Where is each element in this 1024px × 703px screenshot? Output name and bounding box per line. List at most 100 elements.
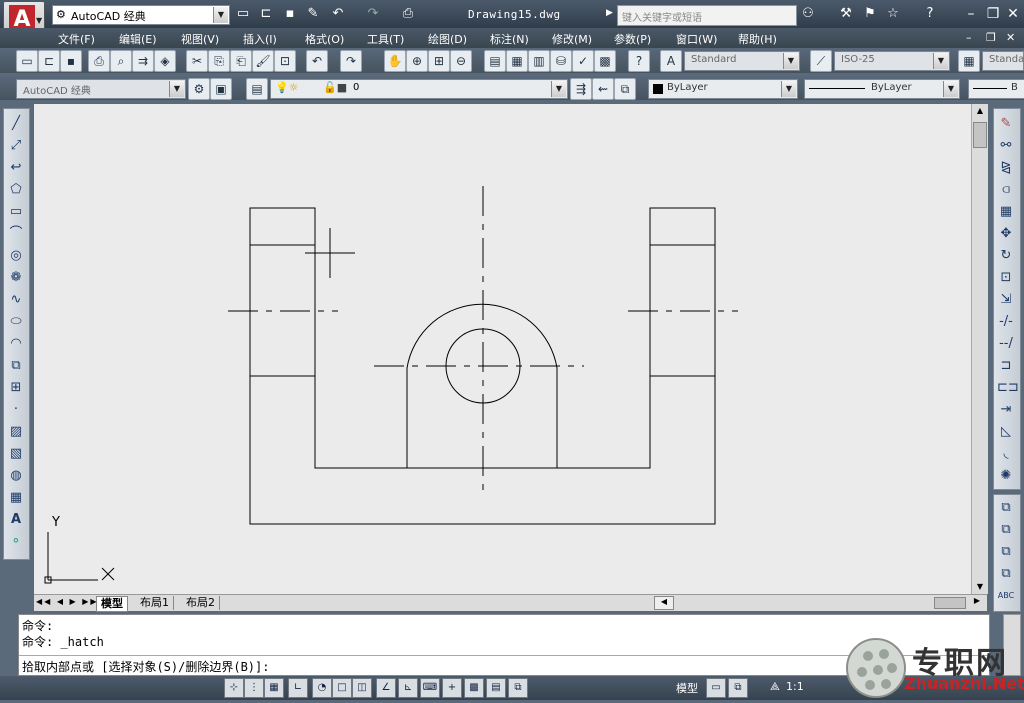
vertical-scroll-thumb[interactable] — [973, 122, 987, 148]
zoom-window-icon[interactable]: ⊞ — [428, 50, 450, 72]
undo-icon[interactable]: ↶ — [330, 6, 346, 22]
lineweight-select[interactable]: B — [968, 79, 1024, 99]
text-to-front-icon[interactable]: ABC — [997, 587, 1015, 605]
add-selected-icon[interactable]: ⚬ — [7, 533, 25, 551]
polar-tracking-icon[interactable]: ◔ — [312, 678, 332, 698]
workspace-select[interactable]: ⚙ AutoCAD 经典 ▼ — [52, 5, 230, 25]
menu-view[interactable]: 视图(V) — [181, 31, 219, 47]
chamfer-icon[interactable]: ◺ — [997, 423, 1015, 441]
rotate-icon[interactable]: ↻ — [997, 247, 1015, 265]
menu-parametric[interactable]: 参数(P) — [614, 31, 651, 47]
arc-icon[interactable]: ⌒ — [7, 225, 25, 243]
table-style-select[interactable]: Standa — [982, 51, 1024, 71]
zoom-realtime-icon[interactable]: ⊕ — [406, 50, 428, 72]
dim-style-select[interactable]: ISO-25 ▼ — [834, 51, 950, 71]
chevron-down-icon[interactable]: ▼ — [781, 81, 796, 97]
construction-line-icon[interactable]: ⤢ — [7, 137, 25, 155]
linetype-select[interactable]: ByLayer ▼ — [804, 79, 960, 99]
chevron-down-icon[interactable]: ▼ — [943, 81, 958, 97]
redo-icon[interactable]: ↷ — [365, 6, 381, 22]
save-icon[interactable]: ▪ — [282, 6, 298, 22]
menu-insert[interactable]: 插入(I) — [243, 31, 277, 47]
close-button[interactable]: ✕ — [1002, 4, 1024, 24]
pan-icon[interactable]: ✋ — [384, 50, 406, 72]
save-icon[interactable]: ▪ — [60, 50, 82, 72]
send-to-back-icon[interactable]: ⧉ — [997, 521, 1015, 539]
explode-icon[interactable]: ✺ — [997, 467, 1015, 485]
layer-previous-icon[interactable]: ⇜ — [592, 78, 614, 100]
point-icon[interactable]: · — [7, 401, 25, 419]
save-as-icon[interactable]: ✎ — [305, 6, 321, 22]
menu-dimension[interactable]: 标注(N) — [490, 31, 529, 47]
scale-icon[interactable]: ⊡ — [997, 269, 1015, 287]
help-icon[interactable]: ? — [922, 6, 938, 22]
chevron-down-icon[interactable]: ▼ — [933, 53, 948, 69]
table-style-icon[interactable]: ▦ — [958, 50, 980, 72]
plot-icon[interactable]: ⎙ — [400, 6, 416, 22]
object-snap-tracking-icon[interactable]: ∠ — [376, 678, 396, 698]
communication-icon[interactable]: ⚑ — [862, 6, 878, 22]
binoculars-icon[interactable]: ⚇ — [800, 6, 816, 22]
break-at-point-icon[interactable]: ⊐ — [997, 357, 1015, 375]
layer-select[interactable]: 💡☼ 🔓■ 0 ▼ — [270, 79, 568, 99]
tab-layout2[interactable]: 布局2 — [182, 596, 220, 610]
text-style-select[interactable]: Standard ▼ — [684, 51, 800, 71]
annotation-scale[interactable]: 1:1 — [786, 680, 804, 693]
quick-view-drawings-icon[interactable]: ⧉ — [728, 678, 748, 698]
subscription-icon[interactable]: ⚒ — [838, 6, 854, 22]
make-current-icon[interactable]: ⇶ — [570, 78, 592, 100]
fillet-icon[interactable]: ◟ — [997, 445, 1015, 463]
menu-help[interactable]: 帮助(H) — [738, 31, 777, 47]
3d-dwf-icon[interactable]: ◈ — [154, 50, 176, 72]
hscroll-left-icon[interactable]: ◀ — [654, 596, 674, 610]
allow-ucs-icon[interactable]: ⊾ — [398, 678, 418, 698]
command-prompt[interactable]: 拾取内部点或 [选择对象(S)/删除边界(B)]: — [22, 658, 269, 675]
plot-preview-icon[interactable]: ⌕ — [110, 50, 132, 72]
stretch-icon[interactable]: ⇲ — [997, 291, 1015, 309]
snap-mode-icon[interactable]: ⋮ — [244, 678, 264, 698]
extend-icon[interactable]: --/ — [997, 335, 1015, 353]
grid-display-icon[interactable]: ▦ — [264, 678, 284, 698]
tab-layout1[interactable]: 布局1 — [136, 596, 174, 610]
menu-file[interactable]: 文件(F) — [58, 31, 95, 47]
minimize-button[interactable]: – — [960, 4, 982, 24]
open-icon[interactable]: ⊏ — [38, 50, 60, 72]
polyline-icon[interactable]: ↩ — [7, 159, 25, 177]
zoom-previous-icon[interactable]: ⊖ — [450, 50, 472, 72]
hatch-icon[interactable]: ▨ — [7, 423, 25, 441]
sheet-set-icon[interactable]: ⛁ — [550, 50, 572, 72]
bring-to-front-icon[interactable]: ⧉ — [997, 499, 1015, 517]
chevron-down-icon[interactable]: ▼ — [213, 7, 228, 23]
hscroll-right-icon[interactable]: ▶ — [970, 596, 984, 608]
chevron-down-icon[interactable]: ▼ — [551, 81, 566, 97]
model-space-label[interactable]: 模型 — [676, 680, 698, 696]
search-input[interactable]: 键入关键字或短语 — [617, 5, 797, 26]
chevron-down-icon[interactable]: ▼ — [783, 53, 798, 69]
circle-icon[interactable]: ◎ — [7, 247, 25, 265]
plot-icon[interactable]: ⎙ — [88, 50, 110, 72]
menu-window[interactable]: 窗口(W) — [676, 31, 717, 47]
doc-close-button[interactable]: ✕ — [1006, 31, 1015, 44]
revision-cloud-icon[interactable]: ❁ — [7, 269, 25, 287]
scroll-down-icon[interactable]: ▼ — [972, 580, 988, 594]
offset-icon[interactable]: ⫏ — [997, 181, 1015, 199]
markup-icon[interactable]: ✓ — [572, 50, 594, 72]
transparency-icon[interactable]: ▩ — [464, 678, 484, 698]
3d-object-snap-icon[interactable]: ◫ — [352, 678, 372, 698]
chevron-down-icon[interactable]: ▼ — [169, 81, 184, 97]
multiline-text-icon[interactable]: A — [7, 511, 25, 529]
workspace-combo[interactable]: AutoCAD 经典 ▼ — [16, 79, 186, 99]
ortho-mode-icon[interactable]: ∟ — [288, 678, 308, 698]
mirror-icon[interactable]: ⧎ — [997, 159, 1015, 177]
properties-icon[interactable]: ▤ — [484, 50, 506, 72]
ellipse-arc-icon[interactable]: ◠ — [7, 335, 25, 353]
undo-icon[interactable]: ↶ — [306, 50, 328, 72]
dynamic-input-icon[interactable]: ⌨ — [420, 678, 440, 698]
menu-modify[interactable]: 修改(M) — [552, 31, 592, 47]
cut-icon[interactable]: ✂ — [186, 50, 208, 72]
open-icon[interactable]: ⊏ — [258, 6, 274, 22]
match-properties-icon[interactable]: 🖌 — [252, 50, 274, 72]
move-icon[interactable]: ✥ — [997, 225, 1015, 243]
new-icon[interactable]: ▭ — [16, 50, 38, 72]
drawing-canvas[interactable]: Y — [34, 104, 971, 594]
